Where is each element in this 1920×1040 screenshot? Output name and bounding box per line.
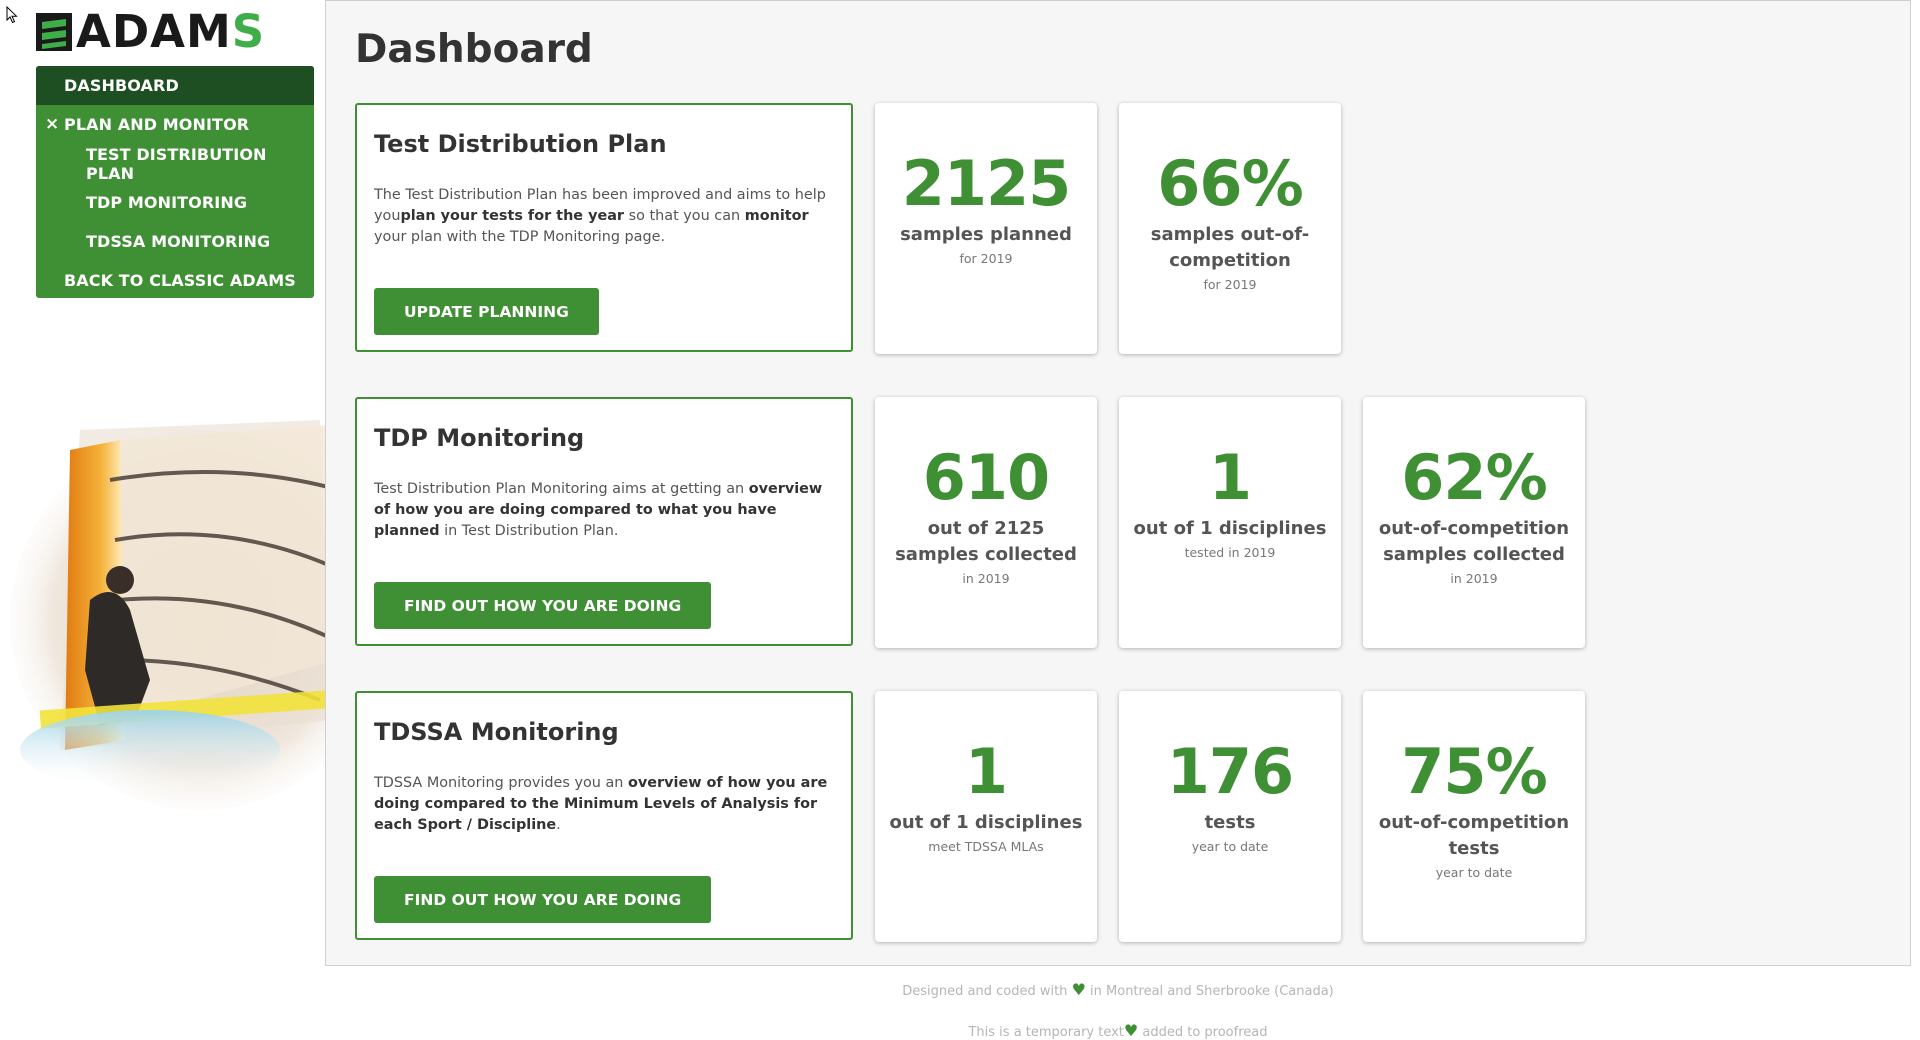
nav-item-label: PLAN AND MONITOR bbox=[64, 115, 250, 134]
info-card-test-distribution-plan: Test Distribution Plan The Test Distribu… bbox=[355, 103, 853, 352]
adams-logo-icon bbox=[36, 13, 72, 51]
stat-value: 1 bbox=[1208, 441, 1252, 514]
stat-label: out of 2125 samples collected in 2019 bbox=[887, 516, 1085, 590]
adams-logo[interactable]: ADAMS bbox=[36, 5, 266, 58]
sidebar-nav: DASHBOARD × PLAN AND MONITOR TEST DISTRI… bbox=[36, 66, 314, 298]
stat-label: out-of-competition samples collected in 2… bbox=[1375, 516, 1573, 590]
update-planning-button[interactable]: UPDATE PLANNING bbox=[374, 288, 599, 335]
close-icon[interactable]: × bbox=[45, 114, 59, 134]
stat-subtext: for 2019 bbox=[959, 251, 1013, 266]
stat-value: 62% bbox=[1401, 441, 1547, 514]
stat-value: 610 bbox=[922, 441, 1050, 514]
stat-card-ooc-samples-collected: 62% out-of-competition samples collected… bbox=[1363, 397, 1585, 648]
info-card-tdp-monitoring: TDP Monitoring Test Distribution Plan Mo… bbox=[355, 397, 853, 646]
nav-item-plan-and-monitor[interactable]: × PLAN AND MONITOR bbox=[36, 105, 314, 144]
stat-card-disciplines-meet-mla: 1 out of 1 disciplines meet TDSSA MLAs bbox=[875, 691, 1097, 942]
nav-item-tdp-monitoring[interactable]: TDP MONITORING bbox=[36, 183, 314, 222]
stat-label: samples out-of-competition for 2019 bbox=[1131, 222, 1329, 296]
nav-item-label: TDP MONITORING bbox=[86, 193, 248, 212]
stat-card-tests: 176 tests year to date bbox=[1119, 691, 1341, 942]
heart-icon: ♥ bbox=[1071, 980, 1086, 999]
card-description: The Test Distribution Plan has been impr… bbox=[374, 187, 826, 245]
stat-subtext: tested in 2019 bbox=[1184, 545, 1276, 560]
stat-subtext: year to date bbox=[1191, 839, 1269, 854]
card-description: Test Distribution Plan Monitoring aims a… bbox=[374, 481, 823, 539]
stat-label: tests year to date bbox=[1131, 810, 1329, 858]
dashboard-panel: Dashboard Test Distribution Plan The Tes… bbox=[325, 0, 1911, 966]
nav-item-test-distribution-plan[interactable]: TEST DISTRIBUTION PLAN bbox=[36, 144, 314, 183]
stat-subtext: meet TDSSA MLAs bbox=[928, 839, 1044, 854]
heart-icon: ♥ bbox=[1123, 1021, 1139, 1040]
nav-item-back-to-classic-adams[interactable]: BACK TO CLASSIC ADAMS bbox=[36, 261, 314, 298]
stat-subtext: year to date bbox=[1435, 865, 1513, 880]
stat-card-samples-ooc: 66% samples out-of-competition for 2019 bbox=[1119, 103, 1341, 354]
nav-item-dashboard[interactable]: DASHBOARD bbox=[36, 66, 314, 105]
card-description: TDSSA Monitoring provides you an overvie… bbox=[374, 775, 828, 833]
stat-label: samples planned for 2019 bbox=[887, 222, 1085, 270]
stat-label: out of 1 disciplines meet TDSSA MLAs bbox=[887, 810, 1085, 858]
page-title: Dashboard bbox=[355, 27, 593, 72]
stat-subtext: in 2019 bbox=[962, 571, 1010, 586]
mouse-cursor-icon bbox=[6, 6, 18, 24]
card-heading: TDP Monitoring bbox=[374, 424, 585, 452]
stat-subtext: for 2019 bbox=[1203, 277, 1257, 292]
find-out-how-button[interactable]: FIND OUT HOW YOU ARE DOING bbox=[374, 876, 712, 923]
stat-subtext: in 2019 bbox=[1450, 571, 1498, 586]
info-card-tdssa-monitoring: TDSSA Monitoring TDSSA Monitoring provid… bbox=[355, 691, 853, 940]
nav-item-tdssa-monitoring[interactable]: TDSSA MONITORING bbox=[36, 222, 314, 261]
stat-value: 75% bbox=[1401, 735, 1547, 808]
stat-label: out of 1 disciplines tested in 2019 bbox=[1131, 516, 1329, 564]
find-out-how-button[interactable]: FIND OUT HOW YOU ARE DOING bbox=[374, 582, 712, 629]
stat-label: out-of-competition tests year to date bbox=[1375, 810, 1573, 884]
stat-card-disciplines-tested: 1 out of 1 disciplines tested in 2019 bbox=[1119, 397, 1341, 648]
stat-card-samples-collected: 610 out of 2125 samples collected in 2019 bbox=[875, 397, 1097, 648]
stat-value: 1 bbox=[964, 735, 1008, 808]
stat-value: 176 bbox=[1166, 735, 1294, 808]
card-heading: Test Distribution Plan bbox=[374, 130, 667, 158]
footer-credit: Designed and coded with ♥ in Montreal an… bbox=[902, 980, 1334, 999]
nav-item-label: DASHBOARD bbox=[64, 76, 179, 95]
stat-value: 66% bbox=[1157, 147, 1303, 220]
nav-item-label: TDSSA MONITORING bbox=[86, 232, 271, 251]
nav-item-label: BACK TO CLASSIC ADAMS bbox=[64, 271, 296, 290]
footer-note: This is a temporary text♥ added to proof… bbox=[968, 1021, 1268, 1040]
stat-card-samples-planned: 2125 samples planned for 2019 bbox=[875, 103, 1097, 354]
stat-value: 2125 bbox=[901, 147, 1072, 220]
nav-item-label: TEST DISTRIBUTION PLAN bbox=[86, 144, 267, 183]
stat-card-ooc-tests: 75% out-of-competition tests year to date bbox=[1363, 691, 1585, 942]
card-heading: TDSSA Monitoring bbox=[374, 718, 619, 746]
logo-text: ADAMS bbox=[76, 5, 266, 58]
